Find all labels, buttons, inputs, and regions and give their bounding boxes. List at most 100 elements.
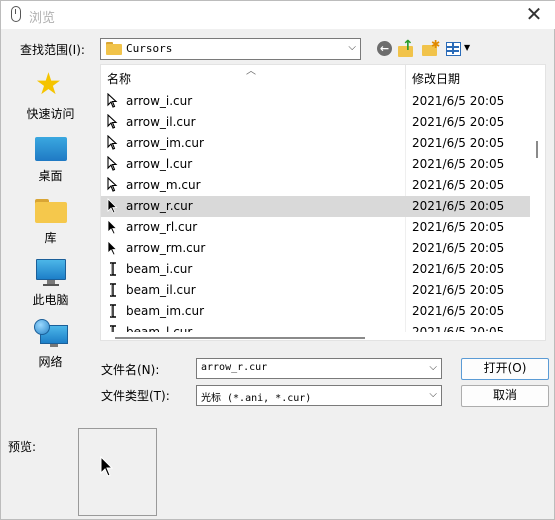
file-name: beam_im.cur: [126, 304, 205, 318]
arrow-cursor-icon: [107, 134, 121, 151]
filename-combobox[interactable]: arrow_r.cur ⌵: [196, 358, 442, 379]
column-header-date[interactable]: 修改日期: [412, 70, 460, 87]
view-menu-icon: [446, 42, 461, 56]
file-row[interactable]: arrow_i.cur 2021/6/5 20:05: [101, 91, 531, 112]
arrow-cursor-icon: [107, 113, 121, 130]
place-library[interactable]: 库: [7, 191, 94, 253]
view-menu-button[interactable]: ▼: [445, 40, 473, 58]
filetype-dropdown[interactable]: 光标 (*.ani, *.cur) ⌵: [196, 385, 442, 406]
arrow-cursor-icon: [107, 240, 121, 256]
filename-value: arrow_r.cur: [201, 362, 268, 373]
preview-label: 预览:: [8, 440, 37, 454]
chevron-down-icon: ⌵: [429, 389, 437, 400]
file-name: arrow_r.cur: [126, 199, 193, 213]
sort-ascending-icon: ︿: [246, 66, 256, 77]
place-quick-access[interactable]: ★ 快速访问: [7, 67, 94, 129]
place-label: 此电脑: [32, 293, 69, 307]
file-name: arrow_m.cur: [126, 178, 201, 192]
file-name: beam_i.cur: [126, 262, 193, 276]
look-in-label: 查找范围(I):: [20, 43, 85, 57]
file-date: 2021/6/5 20:05: [412, 94, 505, 108]
back-arrow-icon: ←: [377, 41, 392, 56]
file-row[interactable]: arrow_rm.cur 2021/6/5 20:05: [101, 238, 531, 259]
file-row[interactable]: beam_im.cur 2021/6/5 20:05: [101, 301, 531, 322]
browse-dialog: 浏览 ✕ 查找范围(I): Cursors ⌵ ← ↑ ✱ ▼ ★ 快速访问 桌…: [0, 0, 555, 520]
place-label: 网络: [38, 355, 63, 369]
places-bar: ★ 快速访问 桌面 库 此电脑 网络: [7, 63, 94, 421]
file-date: 2021/6/5 20:05: [412, 220, 505, 234]
file-date: 2021/6/5 20:05: [412, 136, 505, 150]
computer-icon: [36, 259, 66, 287]
arrow-cursor-icon: [107, 198, 121, 214]
file-name: arrow_i.cur: [126, 94, 193, 108]
file-row[interactable]: arrow_l.cur 2021/6/5 20:05: [101, 154, 531, 175]
up-arrow-icon: ↑: [402, 38, 414, 54]
open-button[interactable]: 打开(O): [461, 358, 549, 380]
close-button[interactable]: ✕: [522, 3, 546, 27]
arrow-cursor-icon: [107, 219, 121, 235]
filetype-label: 文件类型(T):: [101, 389, 170, 403]
column-header-name[interactable]: 名称: [107, 70, 131, 87]
filetype-value: 光标 (*.ani, *.cur): [201, 393, 312, 404]
new-folder-button[interactable]: ✱: [421, 38, 441, 58]
text-beam-cursor-icon: [107, 303, 121, 319]
star-icon: ★: [35, 67, 62, 102]
file-row[interactable]: arrow_m.cur 2021/6/5 20:05: [101, 175, 531, 196]
cancel-button[interactable]: 取消: [461, 385, 549, 407]
file-row[interactable]: arrow_rl.cur 2021/6/5 20:05: [101, 217, 531, 238]
horizontal-scrollbar[interactable]: [101, 332, 531, 340]
place-network[interactable]: 网络: [7, 315, 94, 377]
file-name: arrow_il.cur: [126, 115, 196, 129]
list-header: ︿ 名称 修改日期: [101, 65, 531, 89]
file-date: 2021/6/5 20:05: [412, 241, 505, 255]
look-in-dropdown[interactable]: Cursors ⌵: [100, 38, 361, 60]
arrow-cursor-icon: [107, 176, 121, 193]
chevron-down-icon: ⌵: [348, 42, 356, 53]
file-name: arrow_im.cur: [126, 136, 204, 150]
title-bar: 浏览 ✕: [1, 1, 555, 29]
folder-icon: [106, 42, 122, 55]
look-in-value: Cursors: [126, 42, 173, 55]
file-name: arrow_rm.cur: [126, 241, 206, 255]
file-date: 2021/6/5 20:05: [412, 178, 505, 192]
file-date: 2021/6/5 20:05: [412, 304, 505, 318]
vertical-scrollbar[interactable]: [530, 65, 545, 331]
network-icon: [34, 319, 68, 349]
place-label: 库: [44, 231, 57, 245]
desktop-icon: [35, 137, 67, 161]
filename-label: 文件名(N):: [101, 363, 160, 377]
file-date: 2021/6/5 20:05: [412, 262, 505, 276]
file-row[interactable]: arrow_r.cur 2021/6/5 20:05: [101, 196, 531, 217]
file-name: arrow_rl.cur: [126, 220, 198, 234]
place-desktop[interactable]: 桌面: [7, 129, 94, 191]
back-button[interactable]: ←: [376, 40, 394, 58]
arrow-cursor-icon: [107, 92, 121, 109]
file-date: 2021/6/5 20:05: [412, 157, 505, 171]
file-row[interactable]: beam_i.cur 2021/6/5 20:05: [101, 259, 531, 280]
file-date: 2021/6/5 20:05: [412, 199, 505, 213]
mouse-icon: [11, 6, 21, 22]
chevron-down-icon: ▼: [464, 43, 471, 52]
up-folder-button[interactable]: ↑: [397, 38, 415, 58]
file-row[interactable]: arrow_im.cur 2021/6/5 20:05: [101, 133, 531, 154]
arrow-cursor-icon: [100, 456, 114, 477]
scroll-thumb[interactable]: [536, 141, 538, 158]
file-row[interactable]: arrow_il.cur 2021/6/5 20:05: [101, 112, 531, 133]
chevron-down-icon[interactable]: ⌵: [429, 362, 437, 373]
file-date: 2021/6/5 20:05: [412, 283, 505, 297]
file-name: arrow_l.cur: [126, 157, 193, 171]
place-label: 快速访问: [26, 107, 75, 121]
preview-pane: [78, 428, 157, 516]
text-beam-cursor-icon: [107, 261, 121, 277]
window-title: 浏览: [29, 11, 56, 26]
library-icon: [35, 199, 67, 223]
arrow-cursor-icon: [107, 155, 121, 172]
file-row[interactable]: beam_il.cur 2021/6/5 20:05: [101, 280, 531, 301]
file-name: beam_il.cur: [126, 283, 196, 297]
place-this-pc[interactable]: 此电脑: [7, 253, 94, 315]
file-list[interactable]: ︿ 名称 修改日期 arrow_i.cur 2021/6/5 20:05 arrow…: [100, 64, 546, 341]
place-label: 桌面: [38, 169, 63, 183]
scroll-thumb[interactable]: [115, 337, 365, 339]
text-beam-cursor-icon: [107, 282, 121, 298]
new-folder-icon: ✱: [431, 38, 441, 51]
